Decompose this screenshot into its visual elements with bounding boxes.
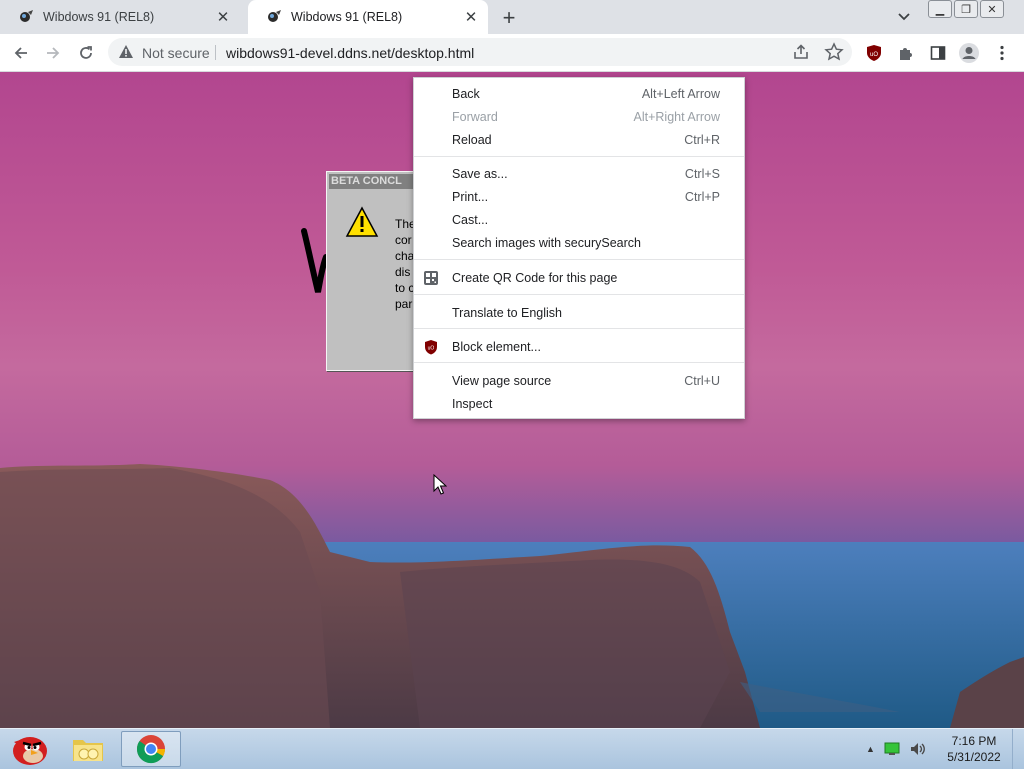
clock[interactable]: 7:16 PM 5/31/2022: [944, 733, 1004, 765]
menu-label: Save as...: [452, 167, 508, 181]
menu-item-cast[interactable]: Cast...: [414, 209, 744, 231]
menu-label: Translate to English: [452, 306, 563, 320]
menu-item-block-element[interactable]: uO Block element...: [414, 336, 744, 358]
url-text[interactable]: wibdows91-devel.ddns.net/desktop.html: [226, 45, 474, 61]
minimize-button[interactable]: ▁: [928, 0, 952, 18]
menu-shortcut: Alt+Left Arrow: [641, 87, 720, 101]
extensions-puzzle-icon[interactable]: [892, 39, 920, 67]
close-window-button[interactable]: ✕: [980, 0, 1004, 18]
menu-item-reload[interactable]: Reload Ctrl+R: [414, 129, 744, 151]
address-separator: [215, 45, 216, 60]
menu-item-forward[interactable]: Forward Alt+Right Arrow: [414, 106, 744, 128]
taskbar: ▲ 7:16 PM 5/31/2022: [0, 728, 1024, 769]
close-tab-icon[interactable]: ✕: [212, 6, 234, 28]
menu-separator: [414, 294, 744, 295]
show-desktop-button[interactable]: [1012, 729, 1024, 769]
side-panel-icon[interactable]: [924, 39, 952, 67]
close-tab-icon[interactable]: ✕: [460, 6, 482, 28]
menu-item-translate[interactable]: Translate to English: [414, 302, 744, 324]
menu-item-view-source[interactable]: View page source Ctrl+U: [414, 370, 744, 392]
warning-triangle-icon: [345, 206, 379, 237]
window-controls: ▁ ❐ ✕: [928, 0, 1004, 18]
new-tab-button[interactable]: +: [496, 5, 522, 31]
menu-label: Create QR Code for this page: [452, 271, 618, 285]
menu-label: Search images with securySearch: [452, 236, 641, 250]
chrome-icon[interactable]: [121, 731, 181, 767]
network-icon[interactable]: [883, 741, 901, 757]
menu-label: Inspect: [452, 397, 493, 411]
angry-birds-icon[interactable]: [2, 731, 54, 767]
profile-avatar-icon[interactable]: [955, 39, 983, 67]
tab-search-chevron-icon[interactable]: [892, 7, 916, 27]
volume-icon[interactable]: [909, 741, 927, 757]
menu-item-qr-code[interactable]: Create QR Code for this page: [414, 267, 744, 289]
menu-shortcut: Ctrl+S: [684, 167, 720, 181]
menu-shortcut: Ctrl+R: [684, 133, 720, 147]
menu-separator: [414, 156, 744, 157]
tab-inactive[interactable]: Wibdows 91 (REL8) ✕: [0, 0, 240, 34]
restore-button[interactable]: ❐: [954, 0, 978, 18]
browser-toolbar: Not secure wibdows91-devel.ddns.net/desk…: [0, 34, 1024, 72]
reload-icon[interactable]: [72, 39, 100, 67]
qr-code-icon: [424, 271, 438, 285]
mouse-cursor-icon: [433, 474, 447, 495]
svg-text:uO: uO: [428, 346, 435, 352]
menu-shortcut: Alt+Right Arrow: [633, 110, 721, 124]
folder-icon[interactable]: [62, 731, 114, 767]
security-status[interactable]: Not secure: [142, 45, 210, 61]
menu-item-inspect[interactable]: Inspect: [414, 393, 744, 415]
menu-shortcut: Ctrl+P: [684, 190, 720, 204]
menu-item-search-images[interactable]: Search images with securySearch: [414, 232, 744, 254]
menu-label: Forward: [452, 110, 498, 124]
system-tray: ▲: [866, 729, 927, 769]
menu-label: View page source: [452, 374, 552, 388]
tab-strip: Wibdows 91 (REL8) ✕ Wibdows 91 (REL8) ✕ …: [0, 0, 1024, 34]
share-icon[interactable]: [792, 43, 810, 61]
clock-date: 5/31/2022: [947, 750, 1001, 764]
show-hidden-icons-icon[interactable]: ▲: [866, 744, 875, 754]
menu-label: Cast...: [452, 213, 489, 227]
menu-item-save-as[interactable]: Save as... Ctrl+S: [414, 163, 744, 185]
menu-separator: [414, 259, 744, 260]
wibdows-favicon-icon: [20, 10, 33, 22]
menu-separator: [414, 328, 744, 329]
menu-separator: [414, 362, 744, 363]
kebab-menu-icon[interactable]: [988, 39, 1016, 67]
menu-shortcut: Ctrl+U: [684, 374, 720, 388]
menu-item-back[interactable]: Back Alt+Left Arrow: [414, 83, 744, 105]
ublock-icon: uO: [425, 340, 437, 355]
menu-label: Reload: [452, 133, 492, 147]
svg-text:uO: uO: [870, 52, 878, 58]
forward-arrow-icon[interactable]: [39, 39, 67, 67]
ublock-extension-icon[interactable]: uO: [860, 39, 888, 67]
tab-title: Wibdows 91 (REL8): [43, 10, 155, 24]
address-bar[interactable]: Not secure wibdows91-devel.ddns.net/desk…: [108, 38, 852, 66]
tab-title: Wibdows 91 (REL8): [291, 10, 403, 24]
menu-label: Print...: [452, 190, 489, 204]
bookmark-star-icon[interactable]: [824, 42, 844, 62]
menu-label: Back: [452, 87, 480, 101]
menu-item-print[interactable]: Print... Ctrl+P: [414, 186, 744, 208]
tab-active[interactable]: Wibdows 91 (REL8) ✕: [248, 0, 488, 34]
warning-icon[interactable]: [118, 44, 134, 59]
wibdows-favicon-icon: [268, 10, 281, 22]
context-menu: Back Alt+Left Arrow Forward Alt+Right Ar…: [413, 77, 745, 419]
menu-label: Block element...: [452, 340, 541, 354]
back-arrow-icon[interactable]: [7, 39, 35, 67]
clock-time: 7:16 PM: [951, 734, 997, 748]
